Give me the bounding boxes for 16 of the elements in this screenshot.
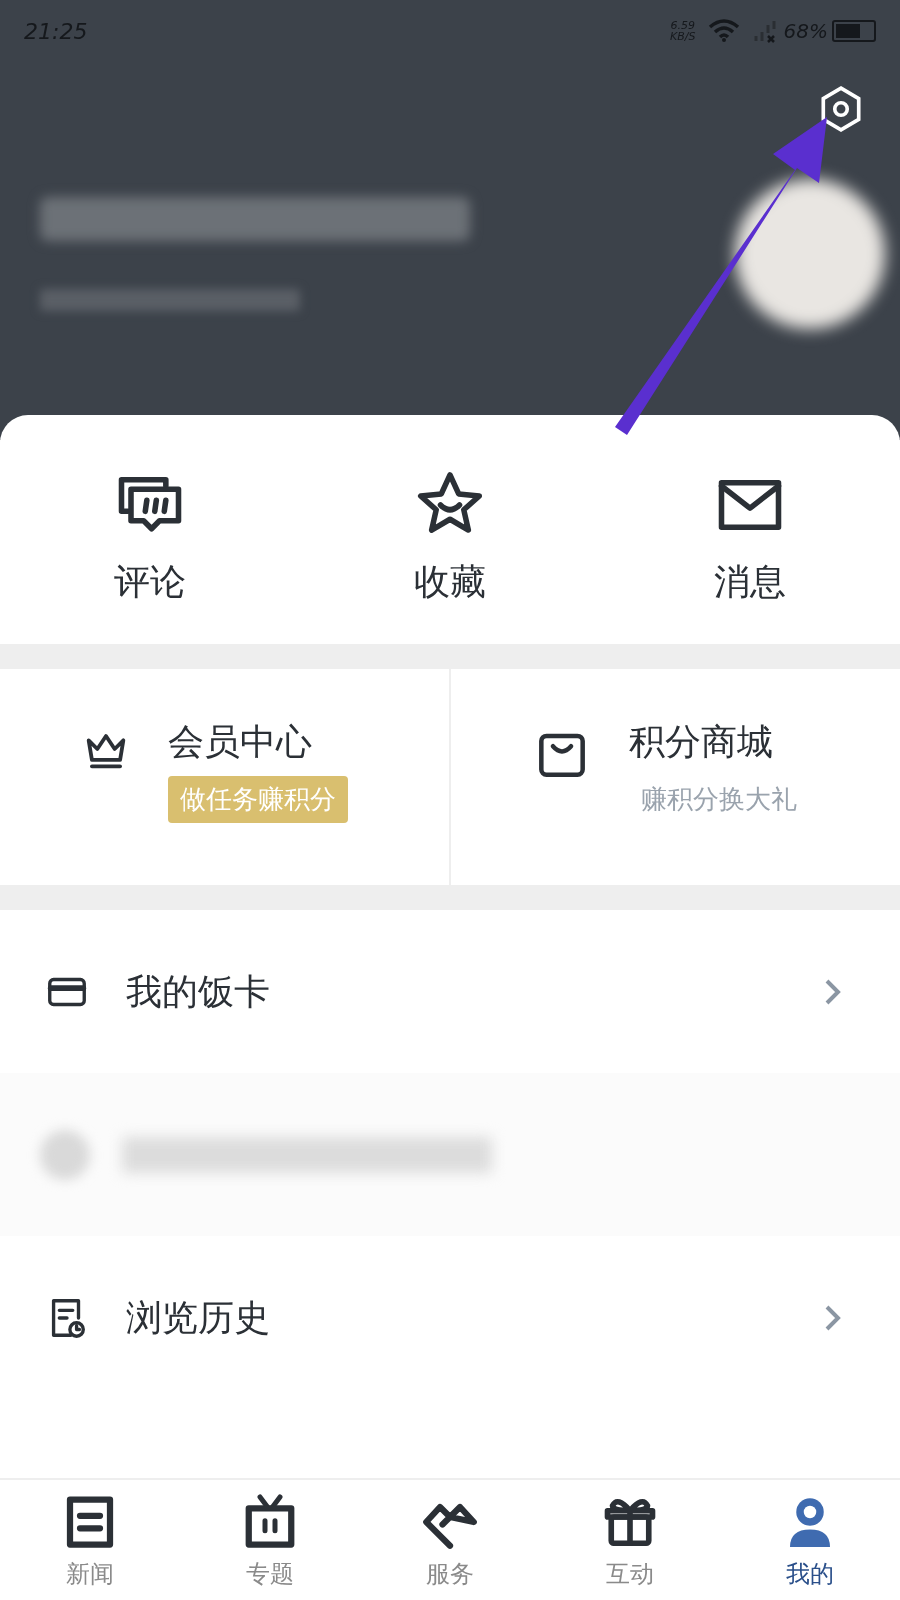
card-title: 积分商城 [629,720,773,764]
nav-tab[interactable]: 专题 [180,1480,360,1600]
card-title: 会员中心 [168,720,312,764]
feature-card[interactable]: 积分商城 赚积分换大礼 [451,669,900,885]
wifi-icon [707,19,740,43]
menu-row[interactable]: 浏览历史 [0,1236,900,1399]
card-subtitle: 赚积分换大礼 [640,783,798,816]
nav-tab[interactable]: 我的 [720,1480,900,1600]
chevron-right-icon [824,1303,842,1332]
shortcut-button[interactable]: 收藏 [300,455,600,644]
battery-icon [832,20,876,42]
task-badge: 做任务赚积分 [168,776,348,823]
menu-row[interactable]: 我的饭卡 [0,910,900,1073]
shortcut-button[interactable]: 评论 [0,455,300,644]
chevron-right-icon [824,977,842,1006]
shortcut-button[interactable]: 消息 [600,455,900,644]
